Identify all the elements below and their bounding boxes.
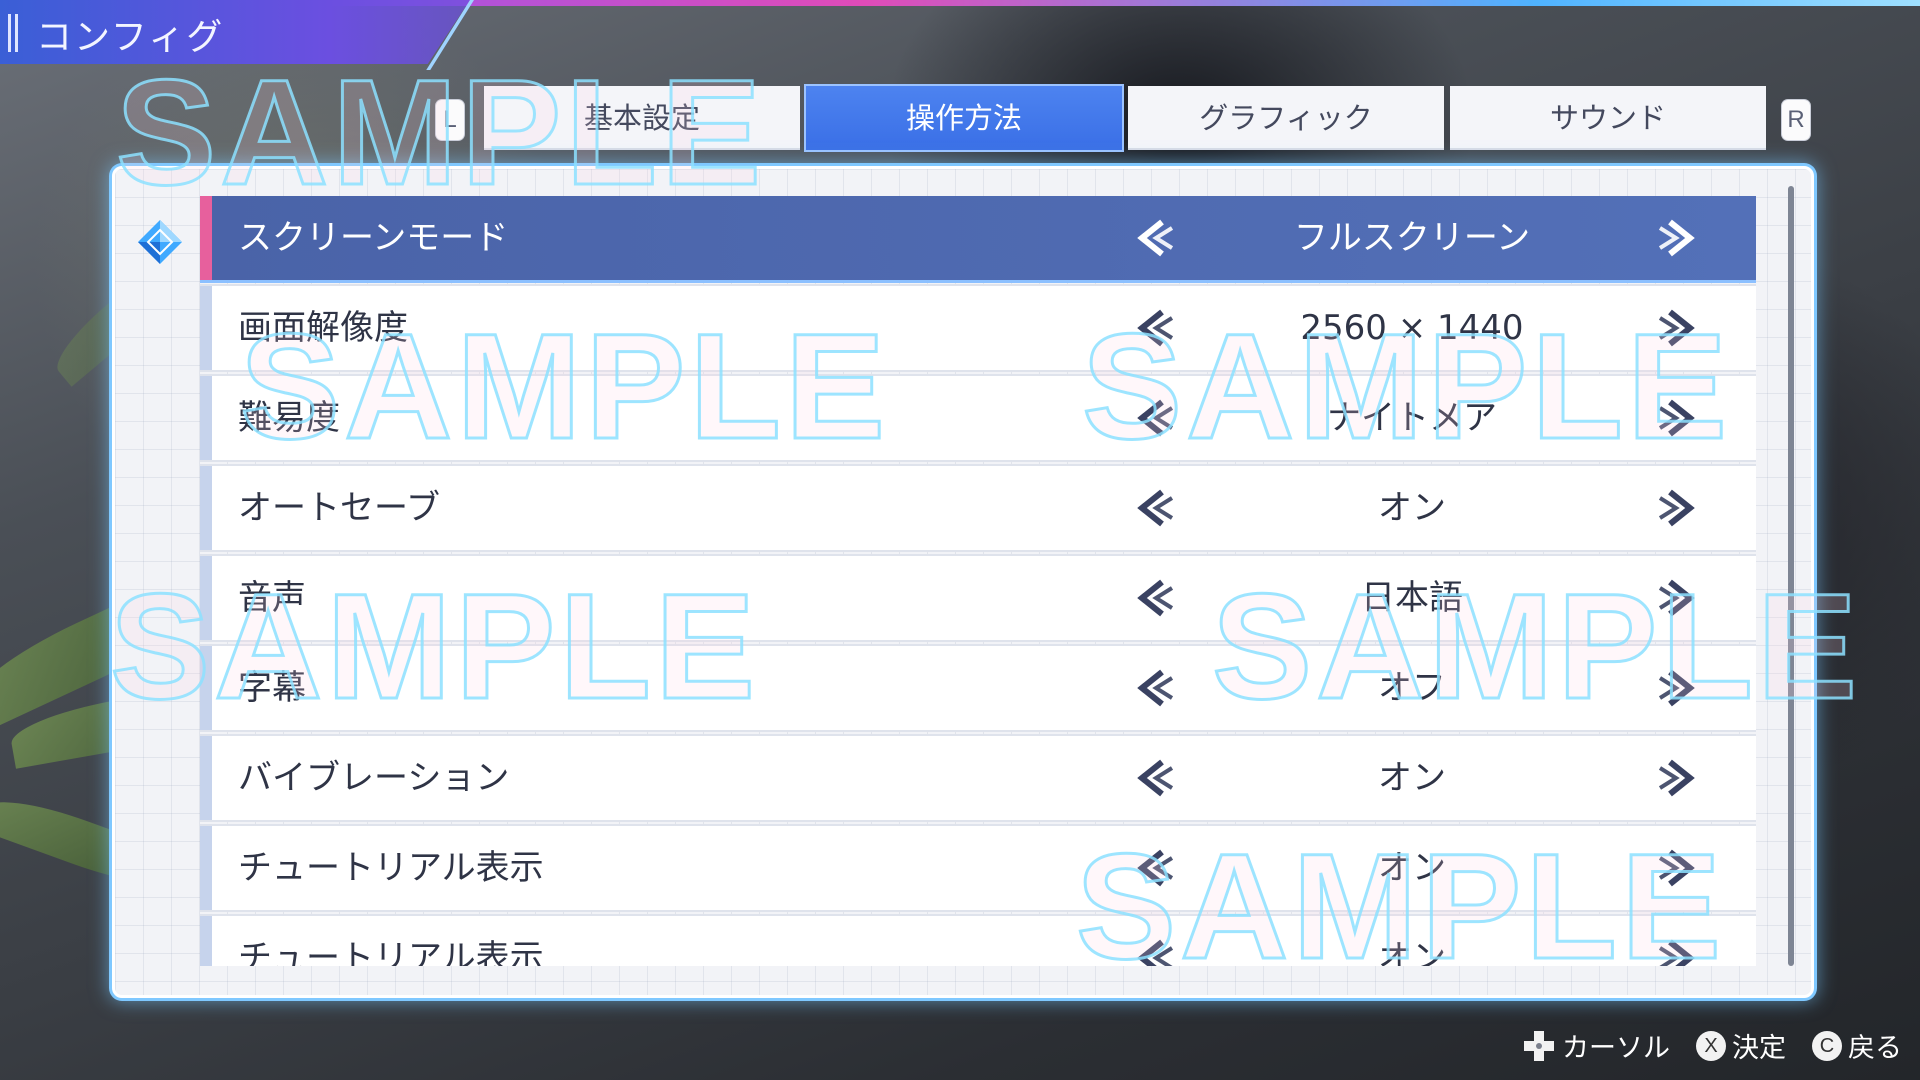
arrow-right-icon[interactable] <box>1656 306 1700 350</box>
setting-value: 日本語 <box>1361 578 1463 618</box>
setting-label: 画面解像度 <box>238 308 408 348</box>
setting-value: オフ <box>1378 668 1446 708</box>
setting-row[interactable]: 難易度 ナイトメア <box>200 376 1756 460</box>
setting-label: バイブレーション <box>238 758 510 798</box>
tab-sound[interactable]: サウンド <box>1450 86 1766 150</box>
setting-row[interactable]: オートセーブ オン <box>200 466 1756 550</box>
arrow-right-icon[interactable] <box>1656 756 1700 800</box>
setting-row[interactable]: チュートリアル表示 オン <box>200 916 1756 966</box>
tab-graphics[interactable]: グラフィック <box>1128 86 1444 150</box>
arrow-left-icon[interactable] <box>1132 936 1176 966</box>
setting-label: チュートリアル表示 <box>238 848 544 888</box>
hint-confirm[interactable]: X 決定 <box>1696 1026 1786 1065</box>
arrow-right-icon[interactable] <box>1656 216 1700 260</box>
arrow-right-icon[interactable] <box>1656 936 1700 966</box>
arrow-right-icon[interactable] <box>1656 666 1700 710</box>
setting-row[interactable]: 画面解像度 2560 × 1440 <box>200 286 1756 370</box>
arrow-right-icon[interactable] <box>1656 396 1700 440</box>
arrow-right-icon[interactable] <box>1656 486 1700 530</box>
arrow-left-icon[interactable] <box>1132 846 1176 890</box>
setting-value: オン <box>1378 758 1446 798</box>
arrow-left-icon[interactable] <box>1132 216 1176 260</box>
button-hints: カーソル X 決定 C 戻る <box>1522 1026 1902 1065</box>
setting-value: ナイトメア <box>1327 398 1497 438</box>
arrow-left-icon[interactable] <box>1132 306 1176 350</box>
setting-label: チュートリアル表示 <box>238 938 544 966</box>
tab-bar: 基本設定 操作方法 グラフィック サウンド <box>484 86 1766 150</box>
tab-prev-badge[interactable]: L <box>436 100 464 140</box>
setting-value: 2560 × 1440 <box>1300 308 1524 348</box>
arrow-left-icon[interactable] <box>1132 576 1176 620</box>
setting-value: オン <box>1378 488 1446 528</box>
setting-label: 音声 <box>238 578 306 618</box>
scrollbar[interactable] <box>1788 186 1794 966</box>
tab-controls[interactable]: 操作方法 <box>806 86 1122 150</box>
x-button-icon: X <box>1696 1030 1726 1061</box>
header-bars-icon <box>8 14 18 52</box>
arrow-right-icon[interactable] <box>1656 576 1700 620</box>
setting-row[interactable]: バイブレーション オン <box>200 736 1756 820</box>
hint-back[interactable]: C 戻る <box>1812 1026 1902 1065</box>
setting-value: フルスクリーン <box>1293 218 1531 258</box>
setting-row[interactable]: 字幕 オフ <box>200 646 1756 730</box>
arrow-left-icon[interactable] <box>1132 396 1176 440</box>
setting-label: オートセーブ <box>238 488 440 528</box>
setting-row[interactable]: チュートリアル表示 オン <box>200 826 1756 910</box>
arrow-left-icon[interactable] <box>1132 486 1176 530</box>
arrow-left-icon[interactable] <box>1132 666 1176 710</box>
setting-label: 字幕 <box>238 668 306 708</box>
hint-confirm-label: 決定 <box>1732 1033 1786 1064</box>
hint-cursor: カーソル <box>1522 1026 1670 1065</box>
page-title: コンフィグ <box>36 17 225 58</box>
arrow-left-icon[interactable] <box>1132 756 1176 800</box>
setting-row[interactable]: 音声 日本語 <box>200 556 1756 640</box>
hint-back-label: 戻る <box>1848 1033 1902 1064</box>
arrow-right-icon[interactable] <box>1656 846 1700 890</box>
settings-list: スクリーンモード フルスクリーン 画面解像度 2560 × 1440 難易度 ナ <box>200 196 1756 966</box>
dpad-icon <box>1524 1030 1554 1061</box>
diamond-cursor-icon <box>138 220 182 264</box>
setting-label: 難易度 <box>238 398 340 438</box>
hint-cursor-label: カーソル <box>1562 1033 1670 1064</box>
setting-row[interactable]: スクリーンモード フルスクリーン <box>200 196 1756 280</box>
setting-label: スクリーンモード <box>238 218 509 258</box>
setting-value: オン <box>1378 938 1446 966</box>
tab-next-badge[interactable]: R <box>1782 100 1810 140</box>
setting-value: オン <box>1378 848 1446 888</box>
c-button-icon: C <box>1812 1030 1842 1061</box>
tab-basic-settings[interactable]: 基本設定 <box>484 86 800 150</box>
